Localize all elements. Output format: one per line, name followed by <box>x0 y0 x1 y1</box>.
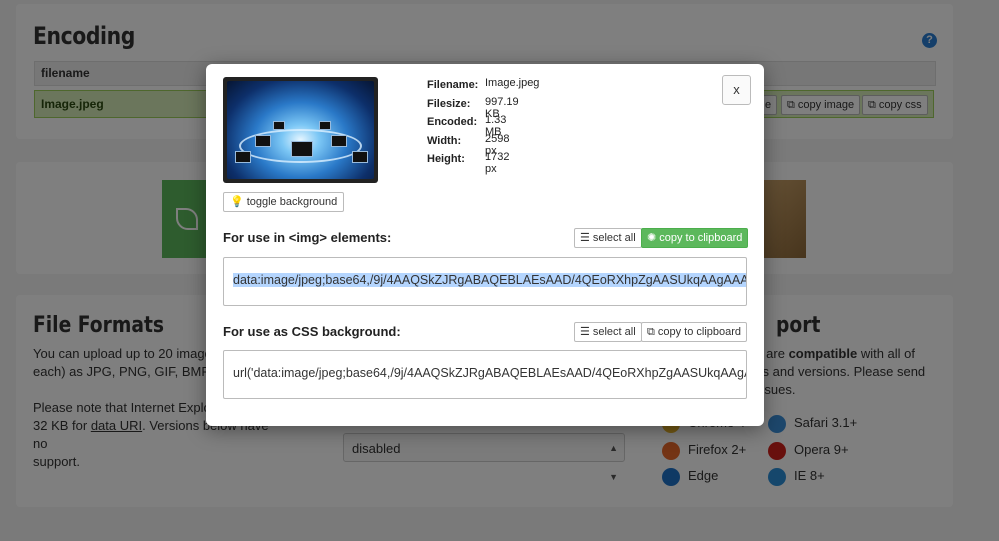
preview-monitor <box>235 151 251 163</box>
css-code-field[interactable]: url('data:image/jpeg;base64,/9j/4AAQSkZJ… <box>223 350 747 399</box>
image-preview <box>223 77 378 183</box>
meta-label: Filename: <box>427 79 479 91</box>
select-all-label: select all <box>592 232 636 244</box>
lightbulb-icon: 💡 <box>230 196 244 209</box>
preview-monitor <box>291 141 313 157</box>
list-icon: ☰ <box>580 326 590 339</box>
toggle-background-label: toggle background <box>246 196 338 208</box>
copy-label: copy to clipboard <box>657 326 742 338</box>
css-section-label: For use as CSS background: <box>223 324 401 339</box>
css-code-text: url('data:image/jpeg;base64,/9j/4AAQSkZJ… <box>233 366 747 380</box>
preview-monitor <box>331 135 347 147</box>
spinner-icon: ✺ <box>647 232 657 245</box>
css-copy-button[interactable]: ⧉ copy to clipboard <box>641 322 748 342</box>
preview-monitor <box>319 121 331 130</box>
copy-icon: ⧉ <box>647 326 655 339</box>
meta-value: Image.jpeg <box>485 77 540 89</box>
css-select-all-button[interactable]: ☰ select all <box>574 322 642 342</box>
select-all-label: select all <box>592 326 636 338</box>
img-section-label: For use in <img> elements: <box>223 230 392 245</box>
meta-value: 1732 px <box>485 151 510 175</box>
img-code-text: data:image/jpeg;base64,/9j/4AAQSkZJRgABA… <box>233 273 746 287</box>
img-select-all-button[interactable]: ☰ select all <box>574 228 642 248</box>
img-copy-button[interactable]: ✺ copy to clipboard <box>641 228 749 248</box>
preview-monitor <box>255 135 271 147</box>
preview-monitor <box>273 121 285 130</box>
image-details-modal: 💡 toggle background Filename: Image.jpeg F… <box>206 64 764 426</box>
copy-label: copy to clipboard <box>659 232 743 244</box>
preview-image <box>227 81 374 179</box>
close-button[interactable]: x <box>722 75 751 105</box>
list-icon: ☰ <box>580 232 590 245</box>
meta-label: Filesize: <box>427 97 471 110</box>
meta-label: Width: <box>427 134 462 147</box>
meta-label: Height: <box>427 153 465 165</box>
preview-monitor <box>352 151 368 163</box>
meta-label: Encoded: <box>427 116 478 128</box>
toggle-background-button[interactable]: 💡 toggle background <box>223 192 345 212</box>
img-code-field[interactable]: data:image/jpeg;base64,/9j/4AAQSkZJRgABA… <box>223 257 747 306</box>
